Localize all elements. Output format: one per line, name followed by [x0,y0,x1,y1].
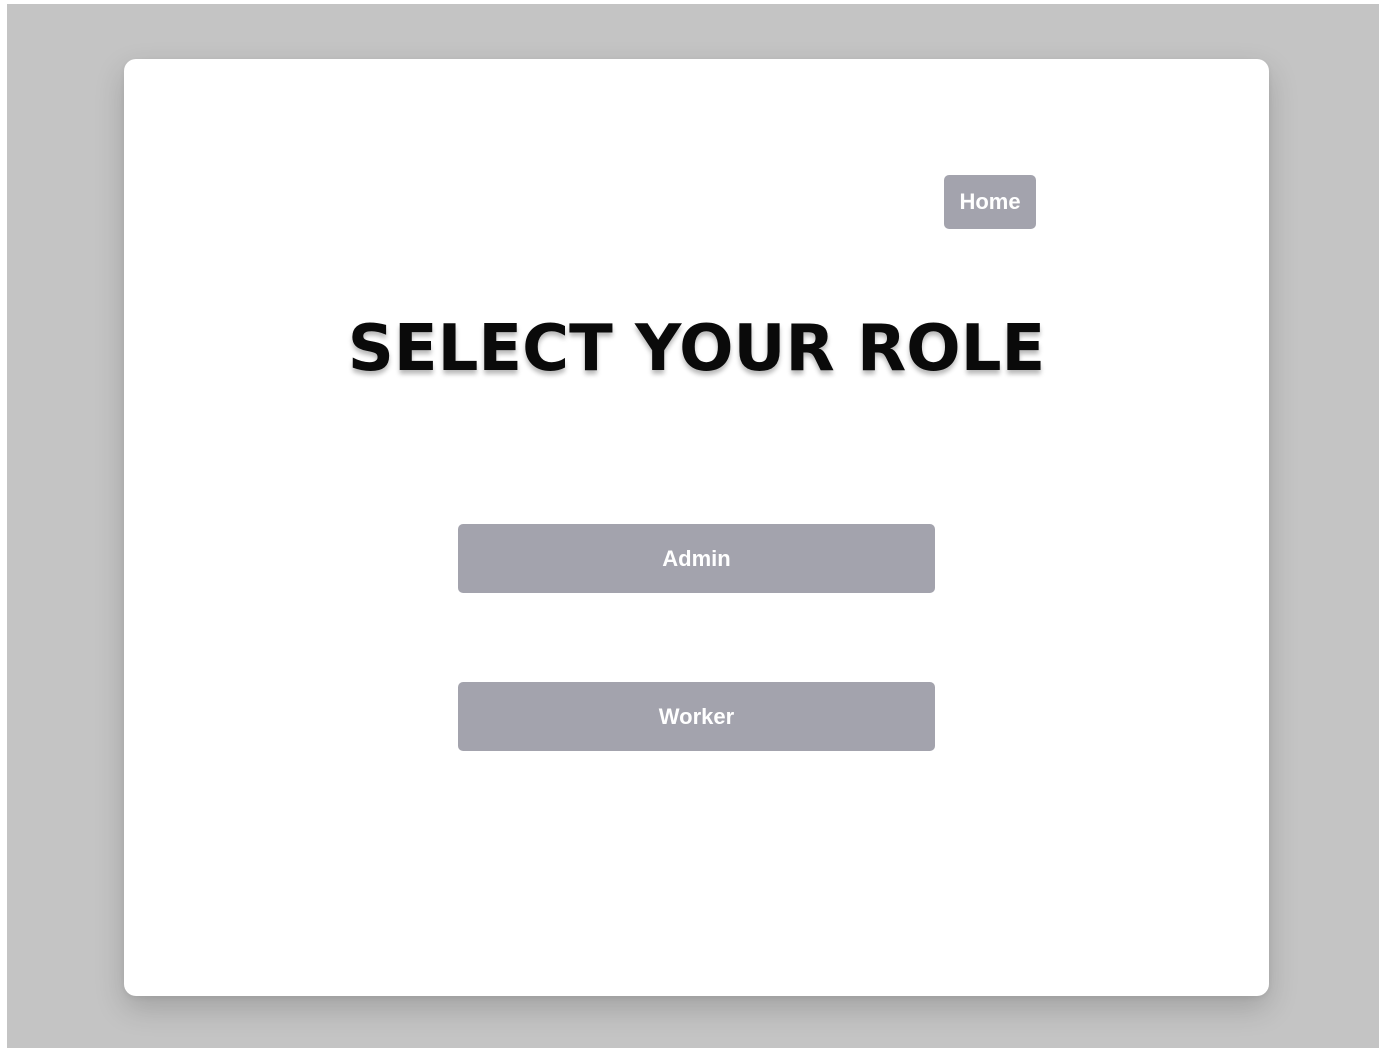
home-button[interactable]: Home [944,175,1036,229]
page-title: SELECT YOUR ROLE [347,312,1046,386]
admin-role-button[interactable]: Admin [458,524,935,593]
worker-role-button[interactable]: Worker [458,682,935,751]
role-selection-card: Home SELECT YOUR ROLE Admin Worker [124,59,1269,996]
